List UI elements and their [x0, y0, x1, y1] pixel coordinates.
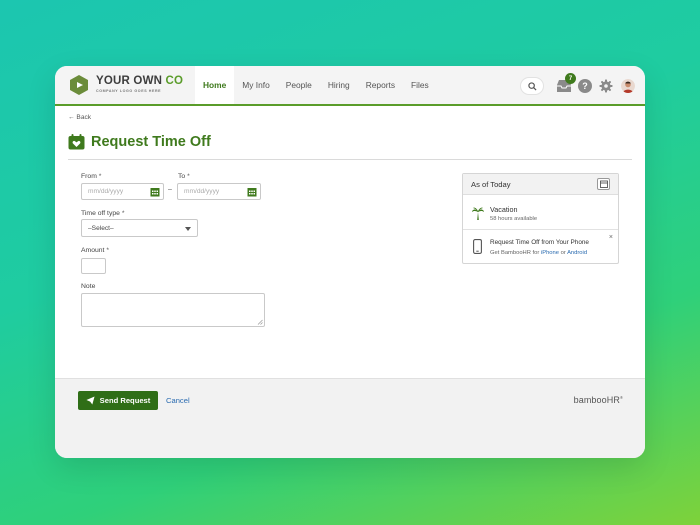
note-textarea[interactable]	[81, 293, 265, 327]
from-label: From *	[81, 173, 102, 180]
company-logo[interactable]: YOUR OWN CO COMPANY LOGO GOES HERE	[68, 74, 193, 96]
nav-item-my-info[interactable]: My Info	[234, 66, 277, 104]
logo-hexagon-icon	[68, 74, 90, 96]
back-link[interactable]: ← Back	[68, 114, 91, 121]
time-off-type-select[interactable]: –Select–	[81, 219, 198, 237]
to-label: To *	[178, 173, 190, 180]
nav-item-reports[interactable]: Reports	[358, 66, 403, 104]
phone-icon	[473, 239, 482, 254]
nav-item-people[interactable]: People	[278, 66, 320, 104]
close-icon[interactable]: ×	[609, 234, 613, 241]
main-nav: Home My Info People Hiring Reports Files	[195, 66, 437, 104]
panel-heading: As of Today	[471, 179, 511, 189]
logo-name: YOUR OWN CO	[96, 75, 184, 88]
iphone-link[interactable]: iPhone	[541, 250, 559, 256]
palm-tree-icon	[472, 207, 484, 220]
vacation-balance: Vacation 58 hours available	[463, 196, 618, 230]
date-range-separator: –	[168, 186, 172, 193]
form-footer: Send Request Cancel bambooHR®	[55, 378, 645, 458]
gear-icon	[599, 79, 613, 93]
vacation-name: Vacation	[490, 205, 518, 214]
help-button[interactable]: ?	[578, 79, 592, 93]
bamboohr-logo: bambooHR®	[573, 395, 623, 405]
time-off-type-label: Time off type *	[81, 210, 125, 217]
chevron-down-icon	[185, 227, 191, 231]
inbox-count-badge: 7	[565, 73, 576, 84]
calendar-icon[interactable]	[247, 187, 257, 197]
phone-promo-text: Get BambooHR for iPhone or Android	[490, 250, 588, 256]
logo-tagline: COMPANY LOGO GOES HERE	[96, 88, 162, 93]
mobile-app-promo: Request Time Off from Your Phone Get Bam…	[463, 231, 618, 264]
inbox-button[interactable]: 7	[556, 73, 576, 93]
nav-item-files[interactable]: Files	[403, 66, 437, 104]
search-icon	[527, 81, 537, 91]
amount-input[interactable]	[81, 258, 106, 274]
amount-label: Amount *	[81, 247, 109, 254]
app-window: YOUR OWN CO COMPANY LOGO GOES HERE Home …	[55, 66, 645, 458]
from-date-input[interactable]: mm/dd/yyyy	[81, 183, 164, 200]
paper-plane-icon	[86, 396, 95, 405]
settings-button[interactable]	[599, 79, 613, 93]
to-date-input[interactable]: mm/dd/yyyy	[177, 183, 261, 200]
calendar-button[interactable]	[597, 178, 610, 190]
balance-panel: As of Today Vacation 58 hours available	[462, 173, 619, 264]
calendar-icon	[599, 180, 608, 188]
calendar-heart-icon	[68, 134, 85, 150]
cancel-link[interactable]: Cancel	[166, 396, 190, 405]
send-request-button[interactable]: Send Request	[78, 391, 158, 410]
android-link[interactable]: Android	[567, 250, 587, 256]
phone-promo-title: Request Time Off from Your Phone	[490, 239, 589, 246]
vacation-hours: 58 hours available	[490, 216, 538, 222]
user-avatar[interactable]	[621, 79, 635, 93]
search-button[interactable]	[520, 77, 544, 95]
nav-item-hiring[interactable]: Hiring	[320, 66, 358, 104]
nav-item-home[interactable]: Home	[195, 66, 235, 104]
note-label: Note	[81, 283, 96, 290]
title-divider	[68, 159, 632, 160]
calendar-icon[interactable]	[150, 187, 160, 197]
resize-handle-icon[interactable]	[257, 319, 263, 325]
top-nav-bar: YOUR OWN CO COMPANY LOGO GOES HERE Home …	[55, 66, 645, 106]
page-title: Request Time Off	[91, 134, 211, 150]
